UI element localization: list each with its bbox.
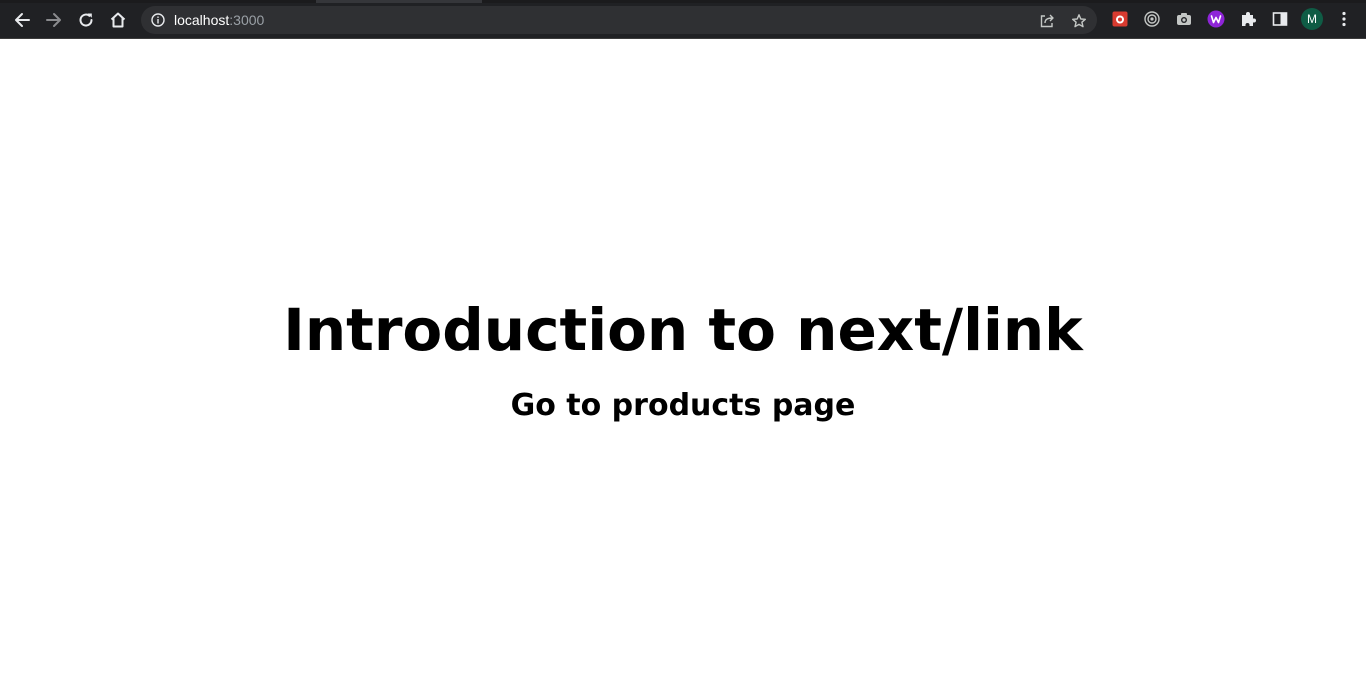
tab-strip-segment: [0, 0, 316, 3]
forward-button[interactable]: [42, 8, 66, 32]
side-panel-button[interactable]: [1271, 10, 1289, 28]
extension-button[interactable]: [1175, 10, 1193, 28]
share-icon: [1040, 14, 1054, 28]
side-panel-icon: [1272, 12, 1288, 26]
puzzle-icon: [1242, 12, 1256, 26]
profile-avatar[interactable]: M: [1301, 8, 1323, 30]
url-host: localhost: [174, 12, 230, 28]
purple-w-icon: [1207, 10, 1225, 28]
home-button[interactable]: [106, 8, 130, 32]
products-page-link[interactable]: Go to products page: [0, 386, 1366, 426]
red-extension-icon: [1112, 11, 1128, 27]
extensions-menu-button[interactable]: [1239, 10, 1257, 28]
camera-icon: [1177, 13, 1191, 25]
extension-button[interactable]: [1207, 10, 1225, 28]
extension-button[interactable]: [1143, 10, 1161, 28]
extension-button[interactable]: [1111, 10, 1129, 28]
arrow-left-icon: [15, 13, 30, 27]
target-icon: [1144, 11, 1160, 27]
page-content: Introduction to next/link Go to products…: [0, 40, 1366, 696]
tab-strip: [0, 0, 1366, 3]
url-text[interactable]: localhost:3000: [174, 12, 264, 28]
star-icon: [1072, 14, 1086, 28]
browser-toolbar: localhost:3000 M: [0, 0, 1366, 39]
tab-strip-segment: [482, 0, 1366, 3]
address-bar[interactable]: localhost:3000: [141, 6, 1097, 34]
arrow-right-icon: [46, 13, 61, 27]
back-button[interactable]: [10, 8, 34, 32]
url-port: :3000: [229, 12, 265, 28]
share-button[interactable]: [1038, 12, 1056, 30]
reload-icon: [79, 13, 93, 27]
page-title: Introduction to next/link: [283, 296, 1083, 364]
reload-button[interactable]: [74, 8, 98, 32]
products-link-label[interactable]: Go to products page: [511, 388, 856, 423]
info-icon[interactable]: [150, 12, 166, 28]
kebab-menu-icon: [1342, 11, 1346, 27]
bookmark-button[interactable]: [1070, 12, 1088, 30]
home-icon: [110, 12, 126, 28]
browser-menu-button[interactable]: [1335, 10, 1353, 28]
